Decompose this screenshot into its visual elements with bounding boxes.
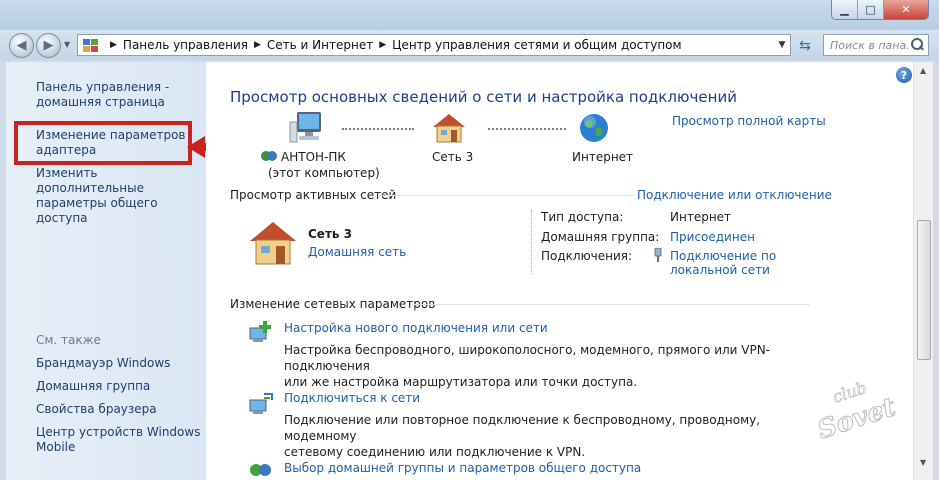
vertical-scrollbar[interactable]: ▲ ▼ (913, 62, 933, 480)
network-user-icon (261, 151, 277, 161)
connections-value-link[interactable]: Подключение по локальной сети (670, 249, 776, 277)
navigation-bar: ◀ ▶ ▼ ▶ Панель управления ▶ Сеть и Интер… (0, 30, 939, 60)
connection-line (342, 128, 414, 130)
access-type-value: Интернет (670, 210, 732, 224)
connection-line (488, 128, 566, 130)
scroll-down-icon[interactable]: ▼ (920, 458, 926, 467)
chevron-right-icon[interactable]: ▶ (110, 40, 117, 50)
new-connection-icon (249, 321, 271, 342)
network-name: Сеть 3 (308, 227, 353, 241)
maximize-button[interactable]: □ (858, 0, 884, 19)
internet-node-label: Интернет (572, 150, 634, 164)
divider (531, 210, 532, 274)
homegroup-label: Домашняя группа: (541, 230, 660, 244)
sidebar-link-mobile-device-center[interactable]: Центр устройств Windows Mobile (36, 425, 200, 455)
computer-name: АНТОН-ПК (281, 150, 346, 164)
full-map-link[interactable]: Просмотр полной карты (672, 114, 826, 128)
task-description: Настройка беспроводного, широкополосного… (284, 343, 771, 389)
sidebar-link-home[interactable]: Панель управления - домашняя страница (36, 80, 169, 110)
see-also-heading: См. также (36, 333, 101, 347)
connect-network-icon (249, 393, 273, 414)
sidebar-link-advanced-sharing[interactable]: Изменить дополнительные параметры общего… (36, 166, 206, 226)
search-box[interactable] (823, 34, 929, 56)
refresh-icon: ⇆ (799, 38, 811, 54)
sidebar-link-firewall[interactable]: Брандмауэр Windows (36, 356, 170, 371)
house-icon (250, 222, 296, 265)
sidebar-link-homegroup[interactable]: Домашняя группа (36, 379, 150, 394)
help-icon[interactable]: ? (896, 67, 912, 83)
task-link-connect-network[interactable]: Подключиться к сети (284, 391, 420, 405)
sidebar: Панель управления - домашняя страница Из… (6, 62, 206, 480)
forward-button[interactable]: ▶ (36, 33, 61, 58)
section-divider (412, 304, 810, 305)
task-link-homegroup-sharing[interactable]: Выбор домашней группы и параметров общег… (284, 461, 641, 475)
section-divider (378, 195, 634, 196)
address-dropdown-button[interactable]: ▼ (774, 35, 790, 55)
chevron-right-icon[interactable]: ▶ (254, 40, 261, 50)
control-panel-icon (83, 38, 98, 52)
highlight-box (14, 121, 192, 165)
breadcrumb-network-internet[interactable]: Сеть и Интернет (267, 38, 373, 52)
connect-disconnect-link[interactable]: Подключение или отключение (637, 188, 832, 202)
watermark-logo: club Sovet (814, 378, 900, 445)
access-type-label: Тип доступа: (541, 210, 624, 224)
window-border (933, 62, 939, 480)
homegroup-value-link[interactable]: Присоединен (670, 230, 755, 244)
task-description: Подключение или повторное подключение к … (284, 413, 761, 459)
arrow-left-icon: ◀ (16, 38, 27, 53)
minimize-button[interactable]: ▁ (832, 0, 858, 19)
computer-icon (289, 112, 321, 143)
homegroup-icon (250, 464, 271, 476)
address-bar[interactable]: ▶ Панель управления ▶ Сеть и Интернет ▶ … (77, 34, 791, 56)
title-bar: ▁ □ ✕ (0, 0, 939, 30)
search-icon[interactable] (910, 38, 924, 52)
chevron-right-icon[interactable]: ▶ (379, 40, 386, 50)
arrow-right-icon: ▶ (43, 38, 54, 53)
change-settings-heading: Изменение сетевых параметров (230, 297, 436, 311)
house-icon (433, 114, 465, 143)
page-title: Просмотр основных сведений о сети и наст… (230, 88, 737, 106)
window-controls: ▁ □ ✕ (831, 0, 929, 20)
breadcrumb-control-panel[interactable]: Панель управления (123, 38, 248, 52)
ethernet-plug-icon (654, 248, 662, 262)
network-node-label: Сеть 3 (432, 150, 474, 164)
sidebar-link-browser-properties[interactable]: Свойства браузера (36, 402, 157, 417)
active-networks-heading: Просмотр активных сетей (230, 188, 397, 202)
svg-text:Sovet: Sovet (814, 392, 899, 445)
connections-label: Подключения: (541, 249, 633, 263)
history-dropdown[interactable]: ▼ (64, 40, 70, 49)
globe-icon (580, 114, 608, 142)
scroll-up-icon[interactable]: ▲ (920, 66, 926, 75)
back-button[interactable]: ◀ (9, 33, 34, 58)
scrollbar-thumb[interactable] (917, 220, 931, 360)
task-link-new-connection[interactable]: Настройка нового подключения или сети (284, 321, 548, 335)
computer-sublabel: (этот компьютер) (268, 166, 380, 180)
search-input[interactable] (830, 38, 910, 52)
network-type-link[interactable]: Домашняя сеть (308, 245, 406, 259)
refresh-button[interactable]: ⇆ (795, 36, 815, 56)
close-button[interactable]: ✕ (884, 0, 928, 19)
breadcrumb-network-center[interactable]: Центр управления сетями и общим доступом (392, 38, 681, 52)
